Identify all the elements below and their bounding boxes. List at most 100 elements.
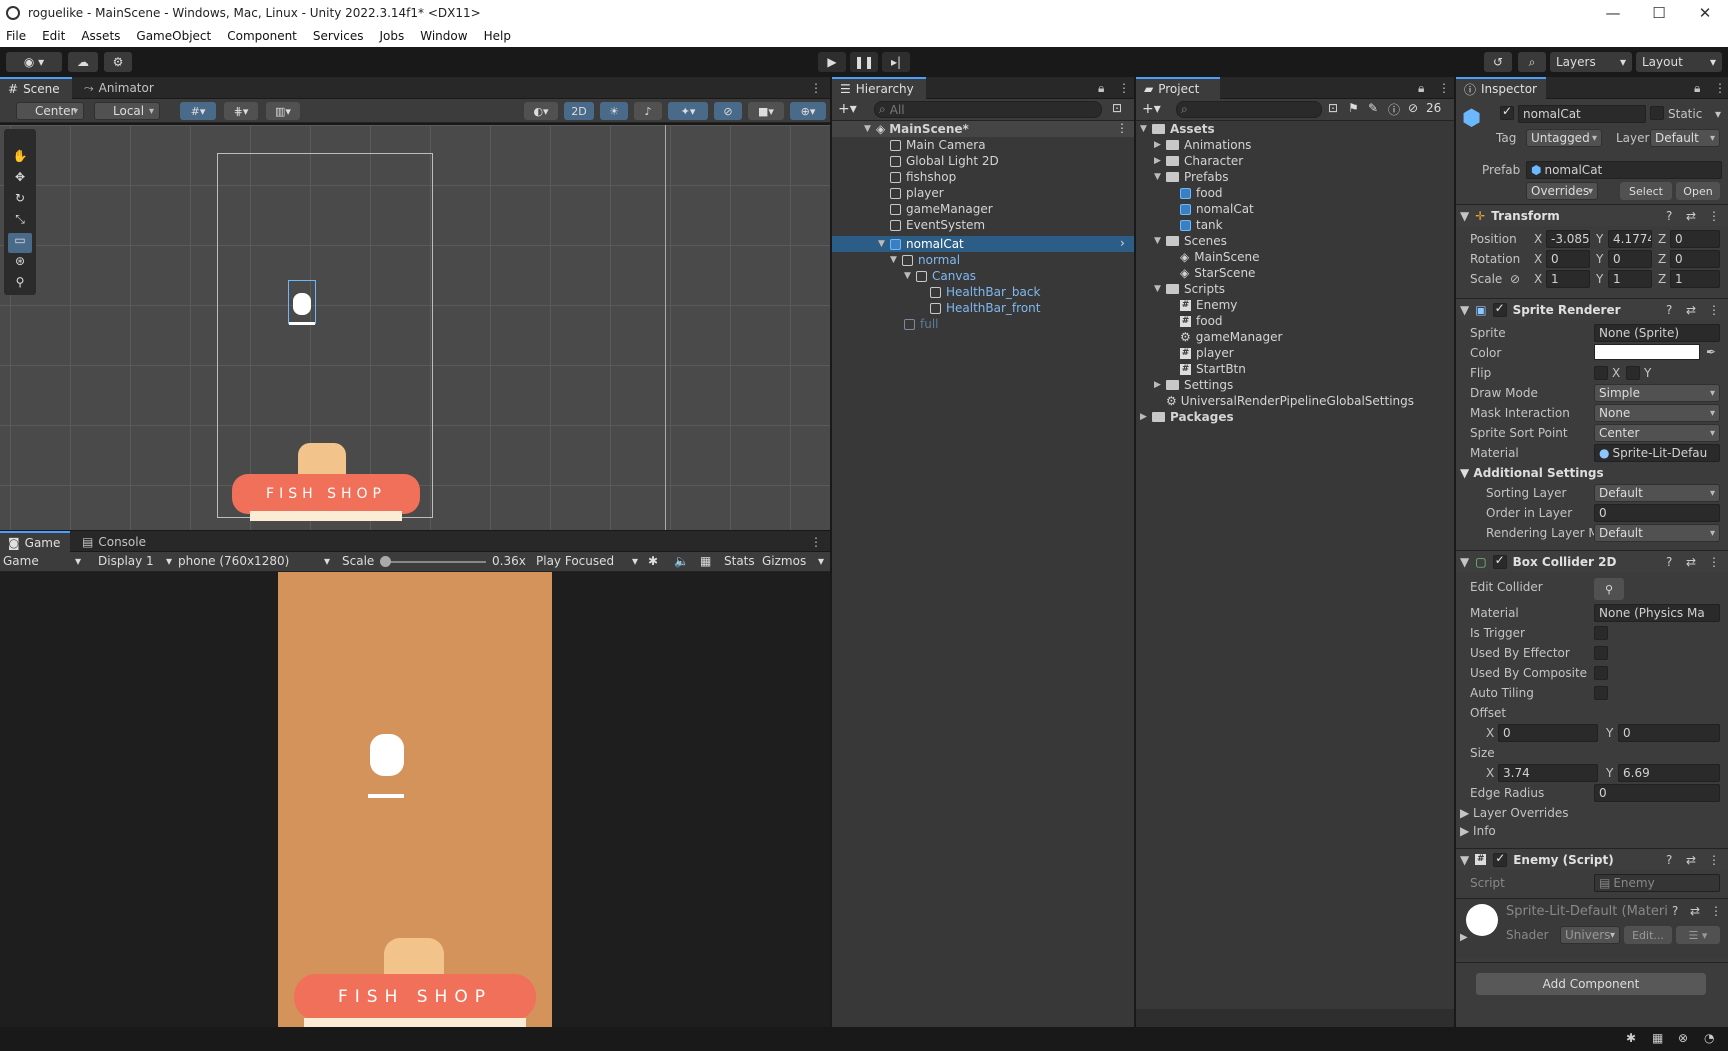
close-button[interactable]: ✕ <box>1682 0 1728 25</box>
project-item-scripts[interactable]: ▼ Scripts <box>1154 281 1225 297</box>
material-expand-icon[interactable]: ▶ <box>1460 932 1468 943</box>
collider-material-field[interactable]: None (Physics Ma <box>1594 604 1720 622</box>
hierarchy-search-input[interactable]: ⌕ All <box>874 101 1102 118</box>
static-dropdown-icon[interactable]: ▾ <box>1715 107 1721 121</box>
shader-edit-button[interactable]: Edit... <box>1624 926 1672 944</box>
component-menu-icon[interactable]: ⋮ <box>1710 904 1722 918</box>
play-mode-dropdown[interactable]: Play Focused ▾ <box>536 554 640 570</box>
preset-icon[interactable]: ⇄ <box>1686 853 1696 867</box>
component-menu-icon[interactable]: ⋮ <box>1708 853 1720 867</box>
mute-audio-icon[interactable]: 🔈 <box>674 554 689 568</box>
hierarchy-item-full[interactable]: full <box>904 316 939 332</box>
hidden-packages-icon[interactable]: ⊘ <box>1408 101 1418 115</box>
grid-button[interactable]: ⋕▾ <box>224 102 258 120</box>
hidden-objects-icon[interactable]: ⊘ <box>714 102 742 120</box>
menu-help[interactable]: Help <box>484 29 511 43</box>
shader-options-button[interactable]: ☰ ▾ <box>1676 926 1720 944</box>
project-item-packages[interactable]: ▶ Packages <box>1140 409 1234 425</box>
hierarchy-item-nomalcat[interactable]: ▼ nomalCat <box>878 236 964 252</box>
scene-viewport[interactable]: ✋ ✥ ↻ ⤡ ▭ ⊛ ⚲ FISH SHOP <box>0 125 830 530</box>
maximize-button[interactable]: ☐ <box>1636 0 1682 25</box>
search-icon[interactable]: ⌕ <box>1518 52 1546 72</box>
minimize-button[interactable]: — <box>1590 0 1636 25</box>
rotate-tool-icon[interactable]: ↻ <box>8 191 32 211</box>
prefab-field[interactable]: ⬢ nomalCat <box>1526 161 1722 179</box>
pause-button[interactable]: ❚❚ <box>850 52 878 72</box>
menu-services[interactable]: Services <box>313 29 364 43</box>
scale-z-field[interactable]: 1 <box>1670 270 1720 288</box>
scale-tool-icon[interactable]: ⤡ <box>8 212 32 232</box>
active-checkbox[interactable] <box>1500 104 1514 120</box>
scene-menu-icon[interactable]: ⋮ <box>802 77 830 99</box>
sorting-layer-dropdown[interactable]: Default <box>1594 484 1720 502</box>
help-icon[interactable]: ? <box>1666 853 1672 867</box>
debug-icon[interactable]: ✱ <box>1626 1031 1636 1045</box>
bug-icon[interactable]: ✱ <box>648 554 658 568</box>
rotation-z-field[interactable]: 0 <box>1670 250 1720 268</box>
effects-button[interactable]: ✦▾ <box>668 102 708 120</box>
position-x-field[interactable]: -3.085 <box>1546 230 1590 248</box>
tab-game[interactable]: ◙ Game <box>0 531 70 553</box>
hierarchy-item-gamemanager[interactable]: gameManager <box>890 201 993 217</box>
help-icon[interactable]: ? <box>1666 209 1672 223</box>
move-tool-icon[interactable]: ✥ <box>8 170 32 190</box>
offset-x-field[interactable]: 0 <box>1498 724 1598 742</box>
tab-inspector[interactable]: ⓘ Inspector <box>1456 77 1546 99</box>
scale-slider[interactable] <box>380 556 486 567</box>
step-button[interactable]: ▸| <box>882 52 910 72</box>
shading-mode-button[interactable]: ◐▾ <box>524 102 558 120</box>
help-icon[interactable]: ? <box>1666 555 1672 569</box>
used-by-effector-checkbox[interactable] <box>1594 646 1608 660</box>
project-item-animations[interactable]: ▶ Animations <box>1154 137 1251 153</box>
pivot-dropdown[interactable]: Center <box>16 102 84 120</box>
size-x-field[interactable]: 3.74 <box>1498 764 1598 782</box>
menu-component[interactable]: Component <box>227 29 297 43</box>
hierarchy-item-mainscene[interactable]: ▼ ◈ MainScene* <box>864 121 969 137</box>
game-menu-icon[interactable]: ⋮ <box>802 531 830 553</box>
hierarchy-filter-icon[interactable]: ⊡ <box>1112 101 1122 115</box>
expand-icon[interactable]: ▼ <box>1460 853 1469 867</box>
lighting-icon[interactable]: ☀ <box>600 102 628 120</box>
sprite-renderer-header[interactable]: ▼ ▣ Sprite Renderer? ⇄ ⋮ <box>1456 298 1728 320</box>
hierarchy-item-canvas[interactable]: ▼ Canvas <box>904 268 976 284</box>
shader-dropdown[interactable]: Univers <box>1560 926 1620 944</box>
hierarchy-item-main-camera[interactable]: Main Camera <box>890 137 986 153</box>
scene-menu-kebab-icon[interactable]: ⋮ <box>1116 121 1128 135</box>
create-asset-button[interactable]: +▾ <box>1142 101 1161 117</box>
project-item-food-prefab[interactable]: food <box>1180 185 1223 201</box>
gizmos-dropdown[interactable]: Gizmos ▾ <box>762 554 826 570</box>
info-foldout[interactable]: ▶ Info <box>1460 824 1496 838</box>
enemy-script-enabled-checkbox[interactable] <box>1493 851 1508 867</box>
component-menu-icon[interactable]: ⋮ <box>1708 555 1720 569</box>
hierarchy-item-healthbar-back[interactable]: HealthBar_back <box>930 284 1040 300</box>
expand-icon[interactable]: ▼ <box>1460 209 1469 223</box>
audio-icon[interactable]: ♪ <box>634 102 662 120</box>
view-dropdown[interactable]: Game ▾ <box>3 554 85 570</box>
color-swatch[interactable] <box>1594 344 1700 360</box>
help-icon[interactable]: ? <box>1666 303 1672 317</box>
keyboard-icon[interactable]: ▦ <box>700 554 711 568</box>
order-in-layer-field[interactable]: 0 <box>1594 504 1720 522</box>
tag-icon[interactable]: ✎ <box>1368 101 1378 115</box>
project-item-urp-settings[interactable]: ⚙ UniversalRenderPipelineGlobalSettings <box>1166 393 1414 409</box>
project-item-food-script[interactable]: # food <box>1180 313 1223 329</box>
hierarchy-menu-icon[interactable]: ⋮ <box>1110 77 1138 99</box>
rotation-y-field[interactable]: 0 <box>1608 250 1652 268</box>
history-icon[interactable]: ↺ <box>1484 52 1512 72</box>
tab-project[interactable]: ▰ Project <box>1136 77 1220 99</box>
expand-icon[interactable]: ▶ <box>1154 380 1166 390</box>
sprite-sort-point-dropdown[interactable]: Center <box>1594 424 1720 442</box>
rotation-x-field[interactable]: 0 <box>1546 250 1590 268</box>
game-viewport[interactable]: FISH SHOP <box>0 572 830 1027</box>
object-name-input[interactable]: nomalCat <box>1518 105 1646 123</box>
scale-x-field[interactable]: 1 <box>1546 270 1590 288</box>
info-icon[interactable]: ⓘ <box>1388 101 1400 118</box>
project-item-starscene[interactable]: ◈ StarScene <box>1180 265 1255 281</box>
hierarchy-item-normal[interactable]: ▼ normal <box>890 252 960 268</box>
expand-icon[interactable]: ▶ <box>1154 156 1166 166</box>
expand-icon[interactable]: ▶ <box>1154 140 1166 150</box>
box-collider-enabled-checkbox[interactable] <box>1492 553 1507 569</box>
gizmos-button[interactable]: ⊕▾ <box>790 102 826 120</box>
size-y-field[interactable]: 6.69 <box>1618 764 1720 782</box>
layout-dropdown[interactable]: Layout ▾ <box>1636 52 1722 72</box>
